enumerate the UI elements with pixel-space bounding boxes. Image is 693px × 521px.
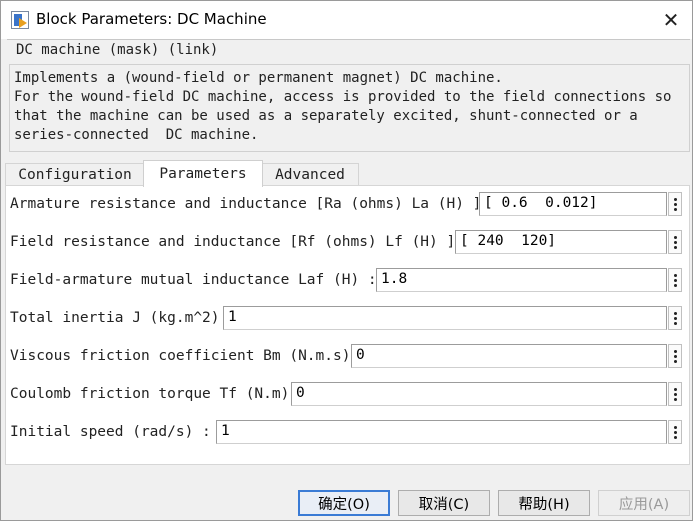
dialog-window: Block Parameters: DC Machine ✕ DC machin… — [0, 0, 693, 521]
tab-advanced[interactable]: Advanced — [261, 163, 359, 186]
coulomb-friction-input[interactable]: 0 — [291, 382, 667, 406]
apply-button[interactable]: 应用(A) — [598, 490, 690, 516]
field-resistance-input[interactable]: [ 240 120] — [455, 230, 667, 254]
tab-bar: Configuration Parameters Advanced — [5, 160, 691, 187]
description-line: Implements a (wound-field or permanent m… — [14, 70, 503, 86]
vertical-ellipsis-icon[interactable] — [668, 382, 682, 406]
vertical-ellipsis-icon[interactable] — [668, 344, 682, 368]
param-label: Field resistance and inductance [Rf (ohm… — [10, 234, 456, 250]
vertical-ellipsis-icon[interactable] — [668, 420, 682, 444]
param-label: Field-armature mutual inductance Laf (H)… — [10, 272, 377, 288]
param-row-mutual: Field-armature mutual inductance Laf (H)… — [6, 268, 689, 294]
param-row-armature: Armature resistance and inductance [Ra (… — [6, 192, 689, 218]
mask-description-group: DC machine (mask) (link) Implements a (w… — [7, 39, 690, 152]
vertical-ellipsis-icon[interactable] — [668, 230, 682, 254]
mask-legend: DC machine (mask) (link) — [14, 42, 221, 58]
vertical-ellipsis-icon[interactable] — [668, 268, 682, 292]
armature-resistance-input[interactable]: [ 0.6 0.012] — [479, 192, 667, 216]
param-row-coulomb: Coulomb friction torque Tf (N.m) 0 — [6, 382, 689, 408]
simulink-block-icon — [11, 11, 29, 29]
tab-configuration[interactable]: Configuration — [5, 163, 145, 186]
ok-button[interactable]: 确定(O) — [298, 490, 390, 516]
param-label: Coulomb friction torque Tf (N.m) — [10, 386, 290, 402]
param-label: Initial speed (rad/s) : — [10, 424, 211, 440]
param-row-inertia: Total inertia J (kg.m^2) 1 — [6, 306, 689, 332]
param-row-viscous: Viscous friction coefficient Bm (N.m.s) … — [6, 344, 689, 370]
window-title: Block Parameters: DC Machine — [36, 10, 267, 28]
param-row-speed: Initial speed (rad/s) : 1 — [6, 420, 689, 446]
param-row-field: Field resistance and inductance [Rf (ohm… — [6, 230, 689, 256]
initial-speed-input[interactable]: 1 — [216, 420, 667, 444]
description-line: that the machine can be used as a separa… — [14, 108, 638, 124]
tab-parameters[interactable]: Parameters — [143, 160, 263, 187]
param-label: Armature resistance and inductance [Ra (… — [10, 196, 482, 212]
inertia-input[interactable]: 1 — [223, 306, 667, 330]
vertical-ellipsis-icon[interactable] — [668, 192, 682, 216]
param-label: Viscous friction coefficient Bm (N.m.s) — [10, 348, 351, 364]
button-bar: 确定(O) 取消(C) 帮助(H) 应用(A) — [1, 465, 692, 520]
viscous-friction-input[interactable]: 0 — [351, 344, 667, 368]
vertical-ellipsis-icon[interactable] — [668, 306, 682, 330]
parameters-panel: Armature resistance and inductance [Ra (… — [5, 185, 690, 465]
description-line: series-connected DC machine. — [14, 127, 259, 143]
close-icon[interactable]: ✕ — [654, 5, 688, 35]
description-line: For the wound-field DC machine, access i… — [14, 89, 672, 105]
mutual-inductance-input[interactable]: 1.8 — [376, 268, 667, 292]
mask-description: Implements a (wound-field or permanent m… — [9, 64, 690, 152]
cancel-button[interactable]: 取消(C) — [398, 490, 490, 516]
title-bar: Block Parameters: DC Machine ✕ — [1, 1, 692, 39]
param-label: Total inertia J (kg.m^2) — [10, 310, 220, 326]
help-button[interactable]: 帮助(H) — [498, 490, 590, 516]
